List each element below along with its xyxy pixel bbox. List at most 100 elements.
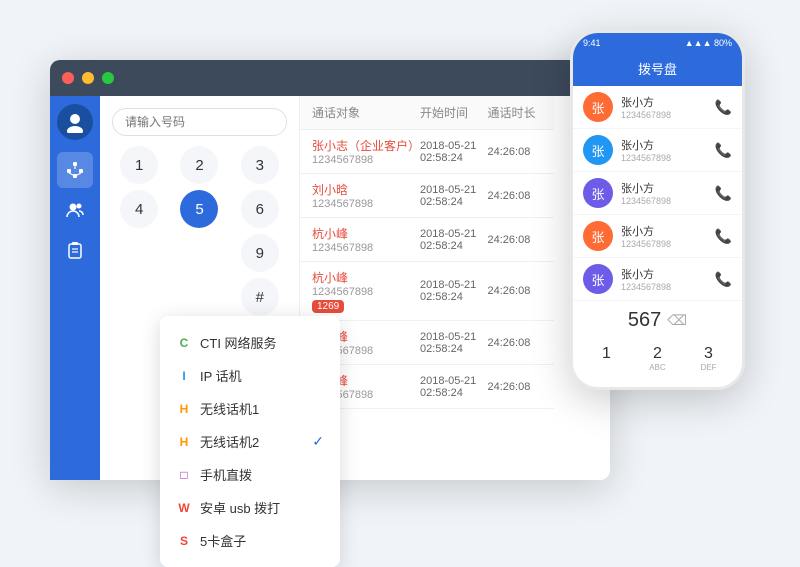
dial-key-3[interactable]: 3 — [241, 146, 279, 184]
caller-name: 刘小晗 — [312, 181, 420, 198]
sidebar-icon-org[interactable] — [57, 152, 93, 188]
contact-number: 1234567898 — [621, 196, 707, 206]
dial-input[interactable] — [112, 108, 287, 136]
device-menu: C CTI 网络服务 I IP 话机 H 无线话机1 H 无线话机2 ✓ — [160, 316, 340, 567]
menu-item-ip[interactable]: I IP 话机 — [160, 359, 340, 392]
contact-number: 1234567898 — [621, 153, 707, 163]
table-row[interactable]: 张小志（企业客户） 1234567898 2018-05-2102:58:24 … — [300, 130, 554, 174]
contact-avatar: 张 — [583, 264, 613, 294]
menu-item-5card[interactable]: S 5卡盒子 — [160, 524, 340, 557]
dial-key-1[interactable]: 1 — [120, 146, 158, 184]
menu-item-wireless1[interactable]: H 无线话机1 — [160, 392, 340, 425]
dial-key-hash[interactable]: # — [241, 278, 279, 316]
contact-name: 张小方 — [621, 94, 707, 110]
caller-name: 杭小峰 — [312, 269, 420, 286]
contact-row[interactable]: 张 张小方 1234567898 📞 — [573, 129, 742, 172]
contact-number: 1234567898 — [621, 239, 707, 249]
mobile-phone: 9:41 ▲▲▲ 80% 拨号盘 张 张小方 1234567898 📞 张 张小… — [570, 30, 745, 390]
close-dot[interactable] — [62, 72, 74, 84]
minimize-dot[interactable] — [82, 72, 94, 84]
dialpad-grid: 1 2 3 4 5 6 9 # — [112, 146, 287, 316]
contact-avatar: 张 — [583, 92, 613, 122]
menu-item-mobile-label: 手机直拨 — [200, 465, 252, 484]
phone-key-6[interactable]: 6MNO — [685, 381, 732, 390]
menu-item-ip-label: IP 话机 — [200, 366, 242, 385]
call-icon[interactable]: 📞 — [715, 185, 732, 202]
table-row[interactable]: 刘小晗 1234567898 2018-05-2102:58:24 24:26:… — [300, 174, 554, 218]
contact-row[interactable]: 张 张小方 1234567898 📞 — [573, 215, 742, 258]
menu-item-wireless2[interactable]: H 无线话机2 ✓ — [160, 425, 340, 458]
call-date: 2018-05-2102:58:24 — [420, 184, 488, 208]
caller-number: 1234567898 — [312, 198, 420, 210]
table-row[interactable]: 杭小峰 1234567898 2018-05-2102:58:24 24:26:… — [300, 218, 554, 262]
caller-number: 1234567898 — [312, 242, 420, 254]
dial-key-6[interactable]: 6 — [241, 190, 279, 228]
dial-key-2[interactable]: 2 — [180, 146, 218, 184]
contact-row[interactable]: 张 张小方 1234567898 📞 — [573, 86, 742, 129]
menu-item-usb-label: 安卓 usb 拨打 — [200, 498, 280, 517]
wireless2-icon: H — [176, 434, 192, 450]
dialpad-section: 1 2 3 4 5 6 9 # C CTI 网 — [100, 96, 300, 480]
menu-item-mobile[interactable]: □ 手机直拨 — [160, 458, 340, 491]
menu-item-5card-label: 5卡盒子 — [200, 531, 246, 550]
phone-title: 拨号盘 — [573, 53, 742, 86]
title-bar — [50, 60, 610, 96]
caller-name: 杭小峰 — [312, 225, 420, 242]
cti-icon: C — [176, 335, 192, 351]
call-icon[interactable]: 📞 — [715, 228, 732, 245]
desktop-app-window: 1 2 3 4 5 6 9 # C CTI 网 — [50, 60, 610, 480]
phone-signal: ▲▲▲ 80% — [685, 38, 732, 48]
menu-item-cti-label: CTI 网络服务 — [200, 333, 277, 352]
call-icon[interactable]: 📞 — [715, 99, 732, 116]
avatar[interactable] — [57, 104, 93, 140]
phone-status-bar: 9:41 ▲▲▲ 80% — [573, 33, 742, 53]
menu-item-cti[interactable]: C CTI 网络服务 — [160, 326, 340, 359]
maximize-dot[interactable] — [102, 72, 114, 84]
ip-icon: I — [176, 368, 192, 384]
caller-number: 1234567898 — [312, 154, 420, 166]
app-body: 1 2 3 4 5 6 9 # C CTI 网 — [50, 96, 610, 480]
phone-dial-number: 567 — [628, 309, 661, 332]
sidebar — [50, 96, 100, 480]
phone-key-2[interactable]: 2ABC — [634, 340, 681, 377]
contact-row[interactable]: 张 张小方 1234567898 📞 — [573, 258, 742, 301]
call-date: 2018-05-2102:58:24 — [420, 140, 488, 164]
call-log-header: 通话对象 开始时间 通话时长 — [300, 96, 554, 130]
call-date: 2018-05-2102:58:24 — [420, 375, 488, 399]
content-area: 1 2 3 4 5 6 9 # C CTI 网 — [100, 96, 554, 480]
checkmark-icon: ✓ — [312, 433, 324, 450]
contact-row[interactable]: 张 张小方 1234567898 📞 — [573, 172, 742, 215]
call-icon[interactable]: 📞 — [715, 142, 732, 159]
phone-dialpad: 567 ⌫ 1 2ABC 3DEF 4GHI 5JKL 6MNO 7PQRS 8… — [573, 301, 742, 390]
contact-number: 1234567898 — [621, 110, 707, 120]
call-date: 2018-05-2102:58:24 — [420, 331, 488, 355]
badge-count: 1269 — [312, 300, 344, 313]
call-duration: 24:26:08 — [488, 337, 542, 349]
5card-icon: S — [176, 533, 192, 549]
menu-item-usb[interactable]: W 安卓 usb 拨打 — [160, 491, 340, 524]
col-contact: 通话对象 — [312, 104, 420, 121]
phone-key-5[interactable]: 5JKL — [634, 381, 681, 390]
col-duration: 通话时长 — [488, 104, 542, 121]
sidebar-icon-contacts[interactable] — [57, 192, 93, 228]
phone-dialpad-grid: 1 2ABC 3DEF 4GHI 5JKL 6MNO 7PQRS 8TUV 9W… — [583, 340, 732, 390]
phone-key-3[interactable]: 3DEF — [685, 340, 732, 377]
call-date: 2018-05-2102:58:24 — [420, 279, 488, 303]
contact-avatar: 张 — [583, 178, 613, 208]
call-duration: 24:26:08 — [488, 381, 542, 393]
dial-key-4[interactable]: 4 — [120, 190, 158, 228]
contact-name: 张小方 — [621, 266, 707, 282]
phone-key-1[interactable]: 1 — [583, 340, 630, 377]
dial-key-5[interactable]: 5 — [180, 190, 218, 228]
call-duration: 24:26:08 — [488, 146, 542, 158]
call-icon[interactable]: 📞 — [715, 271, 732, 288]
dial-key-9[interactable]: 9 — [241, 234, 279, 272]
call-duration: 24:26:08 — [488, 234, 542, 246]
contact-name: 张小方 — [621, 180, 707, 196]
table-row[interactable]: 杭小峰 1234567898 1269 2018-05-2102:58:24 2… — [300, 262, 554, 321]
sidebar-icon-clipboard[interactable] — [57, 232, 93, 268]
contact-avatar: 张 — [583, 221, 613, 251]
backspace-icon[interactable]: ⌫ — [667, 312, 687, 329]
caller-number: 1234567898 — [312, 286, 420, 298]
phone-key-4[interactable]: 4GHI — [583, 381, 630, 390]
